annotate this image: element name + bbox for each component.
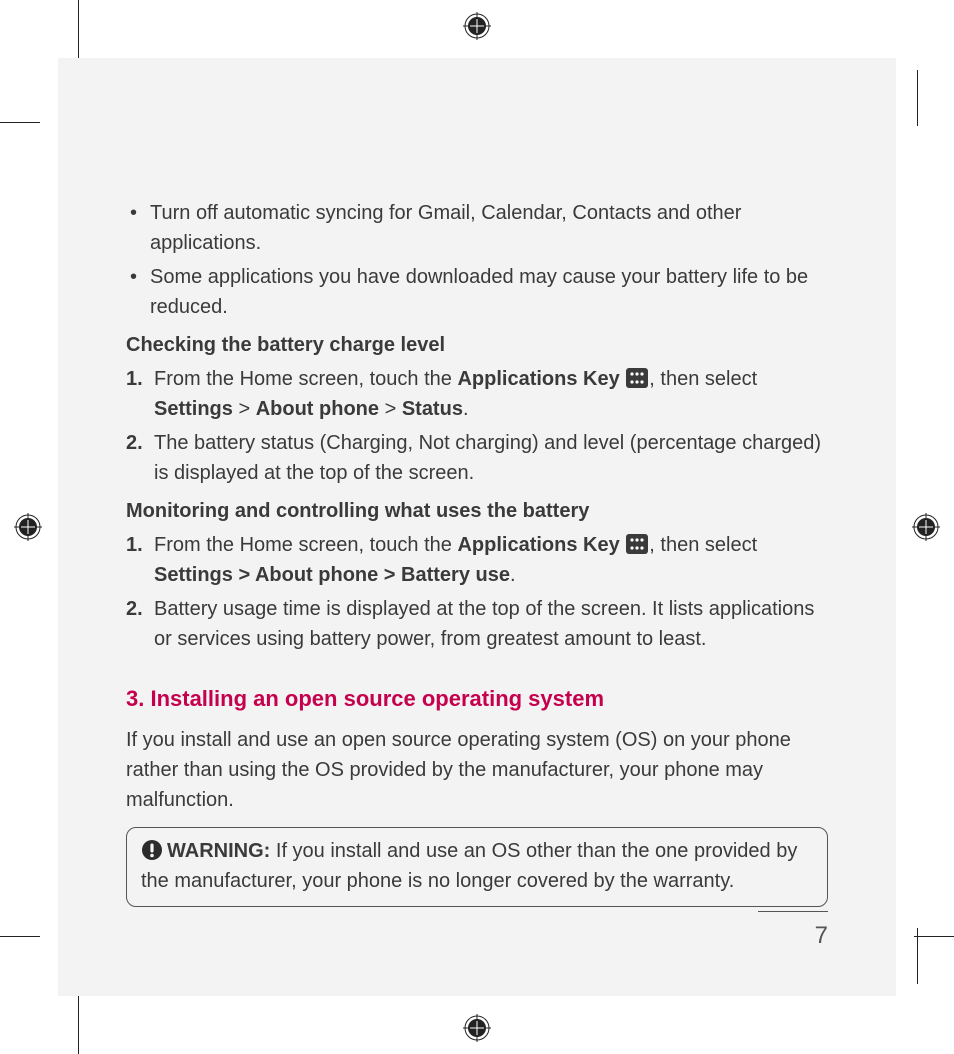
path-sep: > bbox=[379, 398, 402, 420]
applications-key-icon bbox=[626, 368, 648, 388]
section-title: 3. Installing an open source operating s… bbox=[126, 682, 828, 715]
list-item: From the Home screen, touch the Applicat… bbox=[126, 530, 828, 590]
subheading-checking: Checking the battery charge level bbox=[126, 330, 828, 360]
crop-mark bbox=[917, 70, 918, 126]
registration-mark-icon bbox=[14, 513, 42, 541]
path-about-phone: About phone bbox=[256, 398, 379, 420]
page-footer: 7 bbox=[758, 911, 828, 954]
manual-page: Turn off automatic syncing for Gmail, Ca… bbox=[58, 58, 896, 996]
path-sep: > bbox=[233, 398, 256, 420]
crop-mark bbox=[0, 936, 40, 937]
crop-mark bbox=[78, 994, 79, 1054]
path-battery-use: Settings > About phone > Battery use bbox=[154, 564, 510, 586]
crop-mark bbox=[0, 122, 40, 123]
applications-key-icon bbox=[626, 534, 648, 554]
monitoring-steps: From the Home screen, touch the Applicat… bbox=[126, 530, 828, 654]
checking-steps: From the Home screen, touch the Applicat… bbox=[126, 364, 828, 488]
page-number: 7 bbox=[815, 922, 828, 949]
tips-list: Turn off automatic syncing for Gmail, Ca… bbox=[126, 198, 828, 322]
path-settings: Settings bbox=[154, 398, 233, 420]
crop-mark bbox=[78, 0, 79, 60]
list-item: The battery status (Charging, Not chargi… bbox=[126, 428, 828, 488]
path-status: Status bbox=[402, 398, 463, 420]
registration-mark-icon bbox=[912, 513, 940, 541]
warning-icon bbox=[141, 839, 163, 861]
warning-box: WARNING: If you install and use an OS ot… bbox=[126, 827, 828, 907]
list-item: Turn off automatic syncing for Gmail, Ca… bbox=[126, 198, 828, 258]
list-item: From the Home screen, touch the Applicat… bbox=[126, 364, 828, 424]
applications-key-label: Applications Key bbox=[457, 368, 619, 390]
step-text: , then select bbox=[649, 368, 757, 390]
list-item: Some applications you have downloaded ma… bbox=[126, 262, 828, 322]
warning-label: WARNING: bbox=[167, 840, 270, 862]
step-text: , then select bbox=[649, 534, 757, 556]
subheading-monitoring: Monitoring and controlling what uses the… bbox=[126, 496, 828, 526]
step-text: . bbox=[463, 398, 469, 420]
registration-mark-icon bbox=[463, 12, 491, 40]
step-text: . bbox=[510, 564, 516, 586]
step-text: From the Home screen, touch the bbox=[154, 368, 457, 390]
footer-rule bbox=[758, 911, 828, 912]
registration-mark-icon bbox=[463, 1014, 491, 1042]
crop-mark bbox=[914, 936, 954, 937]
applications-key-label: Applications Key bbox=[457, 534, 619, 556]
step-text: From the Home screen, touch the bbox=[154, 534, 457, 556]
list-item: Battery usage time is displayed at the t… bbox=[126, 594, 828, 654]
section-body: If you install and use an open source op… bbox=[126, 725, 828, 815]
